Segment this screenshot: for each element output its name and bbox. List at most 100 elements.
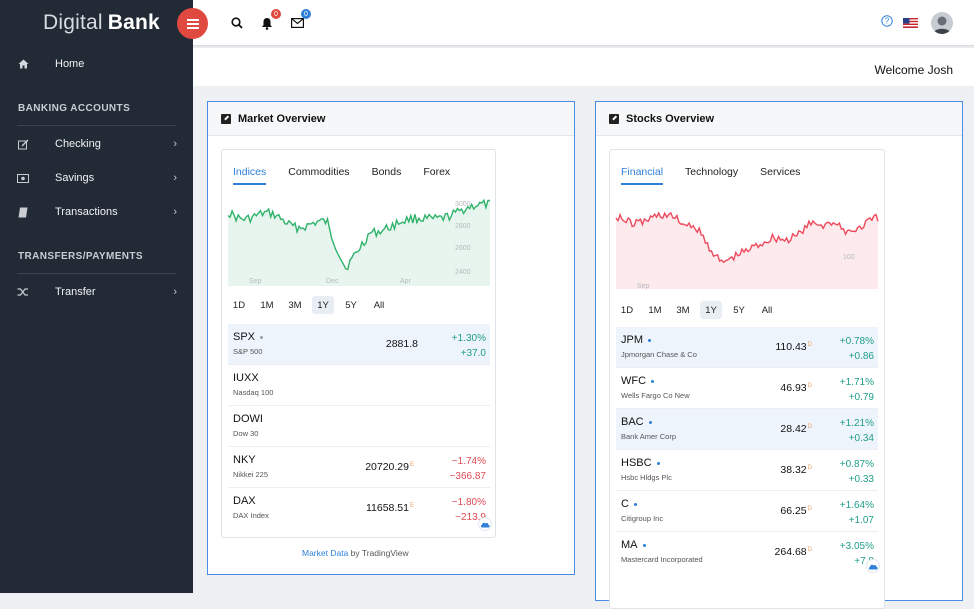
welcome-text: Welcome Josh <box>874 63 953 77</box>
symbol: MA <box>621 539 638 551</box>
range-5y[interactable]: 5Y <box>340 296 362 314</box>
change-absolute: +0.86 <box>848 351 874 362</box>
tab-commodities[interactable]: Commodities <box>288 166 349 185</box>
book-icon <box>17 206 29 218</box>
change-absolute: +37.0 <box>460 348 486 359</box>
notifications-bell[interactable]: 0 <box>259 9 281 31</box>
brand-bold: Bank <box>107 11 160 34</box>
status-dot <box>260 335 264 339</box>
bell-icon <box>262 17 272 30</box>
symbol-description: Dow 30 <box>233 429 259 438</box>
menu-icon <box>186 18 199 29</box>
price: 66.25 <box>780 505 807 517</box>
section-banking-accounts: BANKING ACCOUNTS <box>18 103 131 114</box>
stock-row[interactable]: C Citigroup Inc 66.25D +1.64% +1.07 <box>616 491 878 532</box>
symbol: IUXX <box>233 372 259 384</box>
range-3m[interactable]: 3M <box>284 296 306 314</box>
market-overview-panel: Market Overview Indices Commodities Bond… <box>207 101 575 575</box>
tab-forex[interactable]: Forex <box>423 166 450 185</box>
currency-marker: E <box>409 502 414 509</box>
change-absolute: +0.33 <box>848 474 874 485</box>
change-percent: +0.87% <box>839 459 874 470</box>
sidebar-item-home[interactable]: Home <box>0 49 193 79</box>
symbol-description: Mastercard Incorporated <box>621 555 703 564</box>
market-row[interactable]: IUXX Nasdaq 100 <box>228 365 490 406</box>
stock-row[interactable]: HSBC Hsbc Hldgs Plc 38.32D +0.87% +0.33 <box>616 450 878 491</box>
edit-icon <box>17 138 29 150</box>
stocks-range-selector: 1D 1M 3M 1Y 5Y All <box>616 301 784 319</box>
change-percent: +3.05% <box>839 541 874 552</box>
chevron-right-icon: › <box>173 172 177 184</box>
y-tick-label: 100 <box>843 254 855 261</box>
range-1y[interactable]: 1Y <box>312 296 334 314</box>
market-row[interactable]: NKY Nikkei 225 20720.29E −1.74% −366.87 <box>228 447 490 488</box>
price: 46.93 <box>780 382 807 394</box>
stock-row[interactable]: MA Mastercard Incorporated 264.68D +3.05% +7… <box>616 532 878 573</box>
menu-toggle-button[interactable] <box>177 8 208 39</box>
change-percent: +1.21% <box>839 418 874 429</box>
us-flag-icon[interactable] <box>902 15 918 31</box>
change-percent: +1.30% <box>451 333 486 344</box>
range-1m[interactable]: 1M <box>256 296 278 314</box>
change-percent: +0.78% <box>839 336 874 347</box>
search-icon[interactable] <box>229 15 245 31</box>
tab-services[interactable]: Services <box>760 166 800 185</box>
symbol: DOWI <box>233 413 263 425</box>
stocks-chart: 100 Sep <box>615 211 879 290</box>
sidebar-item-transfer[interactable]: Transfer › <box>0 277 193 307</box>
change-percent: −1.80% <box>451 497 486 508</box>
range-1d[interactable]: 1D <box>228 296 250 314</box>
shuffle-icon <box>17 286 29 298</box>
avatar[interactable] <box>931 12 953 34</box>
sidebar-item-checking[interactable]: Checking › <box>0 129 193 159</box>
range-1y[interactable]: 1Y <box>700 301 722 319</box>
sidebar-item-savings[interactable]: Savings › <box>0 163 193 193</box>
tab-bonds[interactable]: Bonds <box>372 166 402 185</box>
market-row[interactable]: SPX S&P 500 2881.8 +1.30% +37.0 <box>228 324 490 365</box>
money-icon <box>17 172 29 184</box>
symbol: WFC <box>621 375 647 387</box>
external-link-icon <box>221 113 231 124</box>
currency-marker: D <box>807 464 812 471</box>
panel-header: Market Overview <box>208 102 574 136</box>
stock-row[interactable]: JPM Jpmorgan Chase & Co 110.43D +0.78% +0.86 <box>616 327 878 368</box>
market-data-link[interactable]: Market Data <box>302 548 348 558</box>
range-all[interactable]: All <box>756 301 778 319</box>
stock-row[interactable]: BAC Bank Amer Corp 28.42D +1.21% +0.34 <box>616 409 878 450</box>
range-3m[interactable]: 3M <box>672 301 694 319</box>
change-absolute: −366.87 <box>449 471 486 482</box>
change-absolute: +0.79 <box>848 392 874 403</box>
messages-button[interactable]: 0 <box>289 9 311 31</box>
stocks-widget: Financial Technology Services 100 Sep 1D… <box>609 149 885 609</box>
brand-logo[interactable]: Digital Bank <box>0 0 193 46</box>
sidebar-item-transactions[interactable]: Transactions › <box>0 197 193 227</box>
panel-title: Stocks Overview <box>626 112 715 125</box>
panel-title: Market Overview <box>238 112 326 125</box>
cloud-icon[interactable] <box>866 559 880 573</box>
svg-text:?: ? <box>885 17 890 26</box>
tab-indices[interactable]: Indices <box>233 166 267 185</box>
tab-technology[interactable]: Technology <box>685 166 738 185</box>
sidebar-item-label: Savings <box>55 172 95 184</box>
status-dot <box>633 502 637 506</box>
market-row[interactable]: DAX DAX Index 11658.51E −1.80% −213.9 <box>228 488 490 529</box>
market-row[interactable]: DOWI Dow 30 <box>228 406 490 447</box>
range-1m[interactable]: 1M <box>644 301 666 319</box>
range-1d[interactable]: 1D <box>616 301 638 319</box>
sidebar-item-label: Transactions <box>55 206 118 218</box>
range-5y[interactable]: 5Y <box>728 301 750 319</box>
messages-badge: 0 <box>301 9 311 19</box>
x-tick-label: Dec <box>326 278 339 285</box>
market-chart: 3000 2800 2600 2400 Sep Dec Apr <box>227 198 490 286</box>
range-all[interactable]: All <box>368 296 390 314</box>
status-dot <box>648 420 652 424</box>
external-link-icon <box>609 113 619 124</box>
cloud-icon[interactable] <box>478 517 492 531</box>
status-dot <box>656 461 660 465</box>
help-icon[interactable]: ? <box>879 13 895 29</box>
home-icon <box>17 58 29 70</box>
y-tick-label: 2600 <box>455 245 471 252</box>
stock-row[interactable]: WFC Wells Fargo Co New 46.93D +1.71% +0.79 <box>616 368 878 409</box>
symbol: HSBC <box>621 457 652 469</box>
tab-financial[interactable]: Financial <box>621 166 664 185</box>
